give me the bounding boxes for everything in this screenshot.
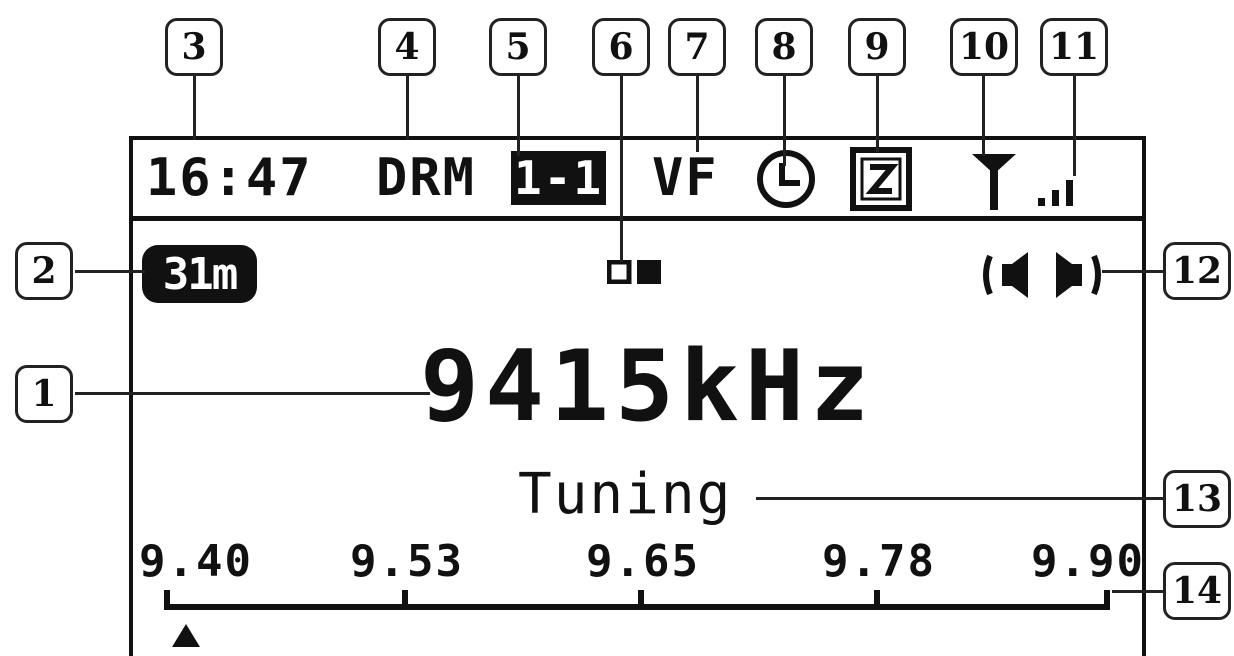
callout-7: 7 <box>668 18 726 76</box>
tuning-scale <box>164 590 1110 647</box>
leader-10 <box>982 76 985 156</box>
tuning-pointer-icon <box>172 624 200 647</box>
leader-13 <box>756 497 1166 500</box>
vf-label: VF <box>652 148 719 208</box>
callout-1: 1 <box>15 365 73 423</box>
scale-label: 9.90 <box>1031 536 1145 587</box>
speaker-stereo-icon <box>983 252 1101 298</box>
band-badge: 31m <box>142 245 257 303</box>
clock-icon <box>757 150 815 208</box>
scale-label: 9.78 <box>822 536 936 587</box>
leader-11 <box>1073 76 1076 176</box>
diagram: 16:47 DRM 1-1 VF 31m 9 4 15kHz Tuning 9.40… <box>0 0 1234 656</box>
callout-9: 9 <box>848 18 906 76</box>
callout-10: 10 <box>950 18 1018 76</box>
leader-4 <box>406 76 409 140</box>
callout-3: 3 <box>165 18 223 76</box>
callout-11: 11 <box>1040 18 1108 76</box>
leader-8 <box>783 76 786 166</box>
callout-13: 13 <box>1163 470 1231 528</box>
leader-5 <box>517 76 520 156</box>
leader-9 <box>876 76 879 152</box>
mode-label: DRM <box>376 148 476 208</box>
scale-label: 9.40 <box>139 536 253 587</box>
leader-1 <box>75 392 430 395</box>
leader-6 <box>620 76 623 262</box>
callout-8: 8 <box>755 18 813 76</box>
tuning-status: Tuning <box>518 462 733 527</box>
signal-bars-icon <box>1038 180 1073 206</box>
callout-14: 14 <box>1163 562 1231 620</box>
callout-6: 6 <box>592 18 650 76</box>
leader-7 <box>696 76 699 152</box>
callout-2: 2 <box>15 242 73 300</box>
program-indicator: 1-1 <box>511 151 607 205</box>
scale-label: 9.65 <box>586 536 700 587</box>
antenna-icon <box>972 154 1016 210</box>
leader-14 <box>1112 590 1166 593</box>
leader-12 <box>1102 270 1166 273</box>
callout-12: 12 <box>1163 242 1231 300</box>
leader-2 <box>75 270 145 273</box>
frequency-readout: 9415kHz <box>420 330 876 444</box>
scale-label: 9.53 <box>350 536 464 587</box>
callout-4: 4 <box>378 18 436 76</box>
leader-3 <box>193 76 196 140</box>
z-box-icon <box>850 147 912 211</box>
service-dots-icon <box>607 260 661 284</box>
callout-5: 5 <box>489 18 547 76</box>
clock-time: 16:47 <box>146 148 313 208</box>
status-bar-divider <box>129 216 1146 221</box>
